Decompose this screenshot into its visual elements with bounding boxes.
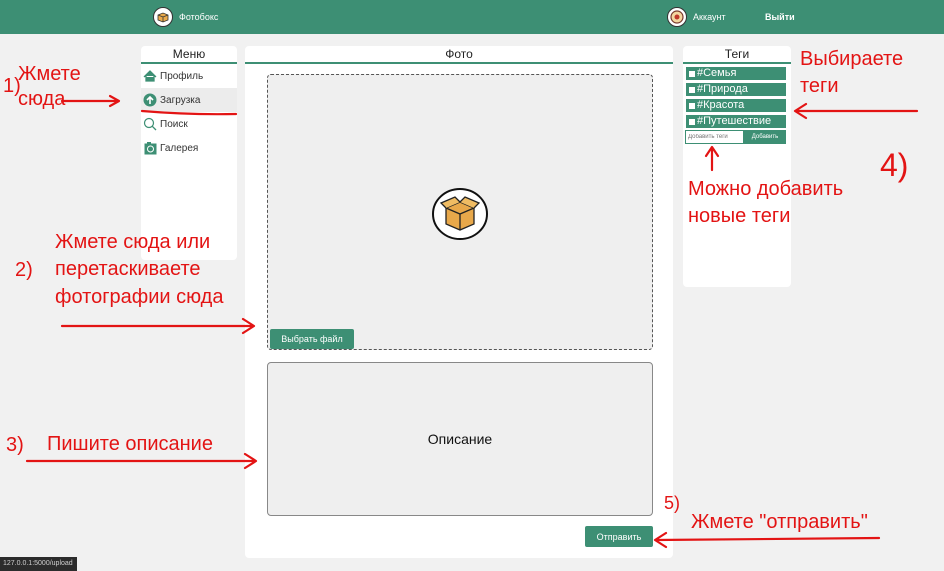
avatar-icon [667,7,687,27]
annotation-step2-number: 2) [15,259,33,281]
upload-icon [143,93,157,107]
photo-panel: Фото Выбрать файл Описание Отправить [245,46,673,558]
tag-label: #Природа [697,83,748,95]
description-placeholder: Описание [427,431,493,447]
arrow-to-tags [793,102,919,120]
tag-checkbox[interactable] [689,118,695,125]
arrow-to-description [25,452,258,470]
annotation-step2-text2: перетаскиваете [55,258,201,280]
photo-dropzone[interactable]: Выбрать файл [267,74,653,350]
menu-item-label: Галерея [160,142,199,154]
menu-item-label: Профиль [160,70,204,82]
annotation-step5-text: Жмете "отправить" [691,511,868,533]
tag-item-beauty[interactable]: #Красота [686,99,786,112]
search-icon [143,117,157,131]
tag-checkbox[interactable] [689,70,695,77]
menu-item-upload[interactable]: Загрузка [141,88,237,112]
annotation-step4-text1: Выбираете [800,48,904,70]
photo-title: Фото [245,46,673,64]
status-url: 127.0.0.1:5000/upload [0,557,77,571]
menu-title: Меню [141,46,237,64]
menu-item-profile[interactable]: Профиль [141,64,237,88]
annotation-step3-text: Пишите описание [47,433,213,455]
tag-label: #Семья [697,67,737,79]
tag-label: #Путешествие [697,115,772,127]
menu-panel: Меню Профиль Загрузка Поиск Галерея [141,46,237,260]
tag-checkbox[interactable] [689,102,695,109]
send-button[interactable]: Отправить [585,526,653,547]
account-label: Аккаунт [693,12,726,22]
brand-name: Фотобокс [179,12,219,22]
box-logo-icon [153,7,173,27]
gallery-icon [143,141,157,155]
arrow-to-send [653,531,881,549]
arrow-to-upload [60,94,121,108]
annotation-step5-number: 5) [664,493,681,513]
annotation-step3-number: 3) [6,434,24,456]
logout-link[interactable]: Выйти [765,12,795,22]
menu-item-search[interactable]: Поиск [141,112,237,136]
new-tag-input[interactable] [685,130,744,144]
description-textarea[interactable]: Описание [267,362,653,516]
annotation-step1-text1: Жмете [18,63,81,85]
tag-label: #Красота [697,99,745,111]
tag-item-travel[interactable]: #Путешествие [686,115,786,128]
arrow-to-dropzone [60,317,256,335]
tags-title: Теги [683,46,791,64]
annotation-step4-text2: теги [800,75,839,97]
box-logo-icon [432,188,488,240]
tag-checkbox[interactable] [689,86,695,93]
top-navbar: Фотобокс Аккаунт Выйти [0,0,944,34]
add-tag-button[interactable]: Добавить [744,130,786,144]
annotation-step1-text2: сюда [18,88,66,110]
tag-item-family[interactable]: #Семья [686,67,786,80]
brand-link[interactable]: Фотобокс [153,7,218,27]
annotation-step4b-text2: новые теги [688,205,791,227]
annotation-step2-text3: фотографии сюда [55,286,224,308]
home-icon [143,69,157,83]
annotation-step4-number: 4) [880,147,909,183]
add-tag-row: Добавить [685,130,786,144]
menu-item-label: Загрузка [160,94,201,106]
menu-item-gallery[interactable]: Галерея [141,136,237,160]
menu-item-label: Поиск [160,118,188,130]
choose-file-button[interactable]: Выбрать файл [270,329,354,349]
account-link[interactable]: Аккаунт [667,7,726,27]
annotation-step2-text1: Жмете сюда или [55,231,211,253]
tag-item-nature[interactable]: #Природа [686,83,786,96]
tags-panel: Теги #Семья #Природа #Красота #Путешеств… [683,46,791,287]
annotation-step4b-text1: Можно добавить [688,178,844,200]
